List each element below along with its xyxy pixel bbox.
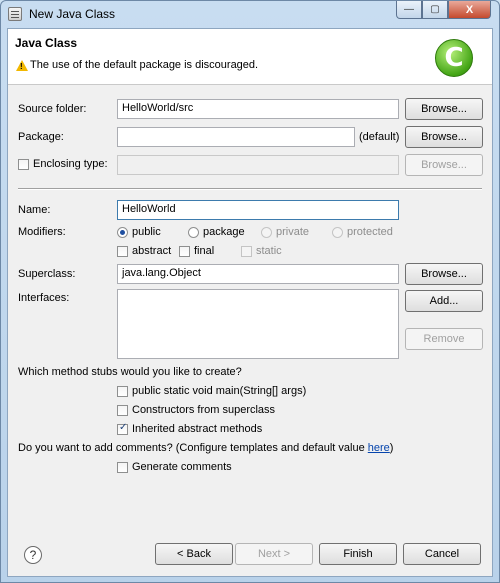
comments-question: Do you want to add comments? (Configure …: [18, 442, 393, 454]
finish-button[interactable]: Finish: [319, 543, 397, 565]
dialog-content: Java Class The use of the default packag…: [7, 28, 493, 577]
modifier-private-radio[interactable]: [261, 227, 272, 238]
back-button[interactable]: < Back: [155, 543, 233, 565]
comments-question-suffix: ): [389, 442, 394, 454]
enclosing-type-browse-button[interactable]: Browse...: [405, 154, 483, 176]
modifier-static-checkbox[interactable]: [241, 246, 252, 257]
modifier-private-label: private: [276, 226, 310, 238]
banner-title: Java Class: [15, 36, 78, 50]
method-stubs-question: Which method stubs would you like to cre…: [18, 366, 242, 378]
modifier-public-label: public: [132, 226, 161, 238]
stub-main-label: public static void main(String[] args): [132, 385, 307, 397]
source-folder-browse-button[interactable]: Browse...: [405, 98, 483, 120]
modifier-abstract-checkbox[interactable]: [117, 246, 128, 257]
modifier-package-label: package: [203, 226, 245, 238]
package-default-label: (default): [359, 131, 400, 143]
help-icon[interactable]: ?: [24, 546, 42, 564]
window-icon: [8, 7, 22, 21]
generate-comments-label: Generate comments: [132, 461, 232, 473]
cancel-button[interactable]: Cancel: [403, 543, 481, 565]
modifier-protected-radio[interactable]: [332, 227, 343, 238]
package-field[interactable]: [117, 127, 355, 147]
configure-templates-link[interactable]: here: [368, 442, 390, 454]
comments-question-text: Do you want to add comments? (Configure …: [18, 442, 368, 454]
stub-inherited-abstract-label: Inherited abstract methods: [132, 423, 263, 435]
stub-constructors-label: Constructors from superclass: [132, 404, 276, 416]
title-bar[interactable]: New Java Class — ▢ X: [1, 1, 499, 27]
new-java-class-window: New Java Class — ▢ X Java Class The use …: [0, 0, 500, 583]
modifier-final-label: final: [194, 245, 215, 257]
enclosing-type-field[interactable]: [117, 155, 399, 175]
modifier-public-radio[interactable]: [117, 227, 128, 238]
maximize-button[interactable]: ▢: [422, 1, 448, 19]
stub-main-checkbox[interactable]: [117, 386, 128, 397]
stub-inherited-abstract-checkbox[interactable]: [117, 422, 128, 435]
modifier-package-radio[interactable]: [188, 227, 199, 238]
source-folder-label: Source folder:: [18, 103, 87, 115]
wizard-banner: Java Class The use of the default packag…: [8, 29, 492, 85]
generate-comments-checkbox[interactable]: [117, 462, 128, 473]
modifier-protected-label: protected: [347, 226, 393, 238]
modifier-static-label: static: [256, 245, 282, 257]
stub-constructors-checkbox[interactable]: [117, 405, 128, 416]
window-title: New Java Class: [29, 7, 116, 21]
interfaces-label: Interfaces:: [18, 292, 70, 304]
enclosing-type-checkbox[interactable]: [18, 159, 29, 170]
next-button[interactable]: Next >: [235, 543, 313, 565]
enclosing-type-label: Enclosing type:: [33, 158, 108, 170]
interfaces-list[interactable]: [117, 289, 399, 359]
superclass-label: Superclass:: [18, 268, 76, 280]
package-browse-button[interactable]: Browse...: [405, 126, 483, 148]
minimize-button[interactable]: —: [396, 1, 422, 19]
modifier-final-checkbox[interactable]: [179, 246, 190, 257]
add-interface-button[interactable]: Add...: [405, 290, 483, 312]
modifiers-label: Modifiers:: [18, 226, 66, 238]
java-class-wizard-logo: [435, 39, 473, 77]
name-field[interactable]: HelloWorld: [117, 200, 399, 220]
separator: [18, 188, 482, 190]
warning-icon: [16, 60, 28, 71]
banner-message: The use of the default package is discou…: [30, 59, 259, 71]
modifier-abstract-label: abstract: [132, 245, 172, 257]
superclass-browse-button[interactable]: Browse...: [405, 263, 483, 285]
package-label: Package:: [18, 131, 64, 143]
superclass-field[interactable]: java.lang.Object: [117, 264, 399, 284]
source-folder-field[interactable]: HelloWorld/src: [117, 99, 399, 119]
window-controls: — ▢ X: [396, 1, 491, 20]
close-button[interactable]: X: [448, 1, 491, 19]
name-label: Name:: [18, 204, 51, 216]
remove-interface-button[interactable]: Remove: [405, 328, 483, 350]
